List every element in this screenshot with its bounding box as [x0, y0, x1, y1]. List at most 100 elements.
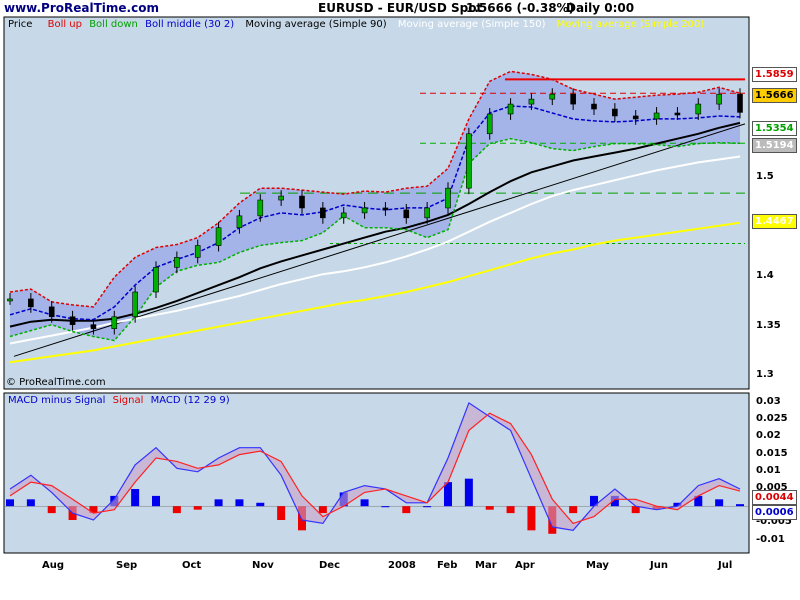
- macd-tick-label: 0.025: [756, 413, 788, 425]
- month-label: Apr: [515, 560, 535, 571]
- macd-tick-label: 0.02: [756, 430, 781, 442]
- candle-body: [632, 115, 639, 120]
- candle-body: [7, 298, 13, 302]
- legend-price: Price: [8, 19, 33, 30]
- candle-body: [257, 199, 264, 217]
- ma150-badge: 1.5194: [752, 138, 797, 153]
- candle-body: [48, 306, 55, 318]
- histogram-bar: [360, 499, 369, 507]
- month-label: 2008: [388, 560, 416, 571]
- candle-body: [716, 93, 722, 105]
- month-label: Nov: [252, 560, 274, 571]
- candle-body: [570, 93, 576, 105]
- legend-macd: MACD (12 29 9): [150, 395, 230, 406]
- candle-body: [695, 103, 702, 115]
- histogram-bar: [6, 499, 14, 507]
- legend-boll-down: Boll down: [89, 19, 138, 30]
- month-label: Sep: [116, 560, 138, 571]
- month-label: Dec: [319, 560, 341, 571]
- candle-body: [549, 93, 556, 100]
- candle-body: [174, 257, 180, 268]
- macd-tick-label: -0.01: [756, 533, 785, 545]
- histogram-bar: [527, 506, 536, 531]
- histogram-bar: [506, 506, 515, 514]
- candle-body: [403, 209, 410, 219]
- month-label: Aug: [42, 560, 65, 571]
- histogram-bar: [381, 506, 390, 508]
- price-legend: Price Boll up Boll down Boll middle (30 …: [8, 19, 704, 30]
- price-tick-label: 1.5: [756, 171, 774, 183]
- histogram-badge: 0.0006: [752, 505, 797, 520]
- chart-canvas[interactable]: [0, 0, 800, 600]
- candle-body: [236, 215, 243, 229]
- candle-body: [507, 103, 514, 115]
- candle-body: [340, 212, 347, 219]
- candle-body: [382, 207, 389, 211]
- macd-panel: [3, 392, 750, 554]
- macd-tick-label: 0.03: [756, 395, 781, 407]
- legend-macd-histogram: MACD minus Signal: [8, 395, 106, 406]
- month-label: Oct: [182, 560, 202, 571]
- candle-body: [69, 316, 76, 325]
- signal-badge: 0.0044: [752, 490, 797, 505]
- histogram-bar: [26, 499, 35, 507]
- candle-body: [612, 108, 618, 117]
- macd-tick-label: 0.015: [756, 447, 788, 459]
- histogram-bar: [485, 506, 494, 510]
- watermark: © ProRealTime.com: [6, 377, 106, 388]
- candle-body: [320, 207, 326, 219]
- legend-signal: Signal: [112, 395, 144, 406]
- histogram-bar: [235, 499, 244, 507]
- histogram-bar: [256, 502, 265, 507]
- boll-down-badge: 1.5354: [752, 121, 797, 136]
- chart-window: www.ProRealTime.com EURUSD - EUR/USD Spo…: [0, 0, 800, 600]
- month-label: Mar: [475, 560, 497, 571]
- price-tick-label: 1.3: [756, 369, 774, 381]
- histogram-bar: [569, 506, 578, 514]
- histogram-bar: [193, 506, 202, 510]
- month-label: May: [586, 560, 609, 571]
- candle-body: [194, 245, 201, 258]
- macd-tick-label: 0.01: [756, 464, 781, 476]
- histogram-bar: [715, 499, 724, 507]
- candle-body: [653, 112, 660, 120]
- month-label: Jul: [718, 560, 733, 571]
- candle-body: [674, 112, 681, 116]
- candle-body: [132, 291, 138, 318]
- candle-body: [215, 227, 222, 246]
- candle-body: [153, 266, 159, 293]
- candle-body: [278, 195, 284, 201]
- legend-ma150: Moving average (Simple 150): [397, 19, 546, 30]
- histogram-bar: [277, 506, 286, 520]
- candle-body: [466, 133, 472, 189]
- histogram-bar: [402, 506, 411, 514]
- price-tick-label: 1.35: [756, 319, 781, 331]
- macd-legend: MACD minus Signal Signal MACD (12 29 9): [8, 395, 230, 406]
- histogram-bar: [172, 506, 181, 514]
- candle-body: [737, 93, 743, 113]
- candle-body: [486, 113, 493, 135]
- candle-body: [299, 195, 305, 209]
- month-label: Jun: [650, 560, 668, 571]
- candle-body: [111, 316, 118, 329]
- histogram-bar: [318, 506, 327, 514]
- candle-body: [90, 324, 97, 329]
- ma200-badge: 1.4467: [752, 214, 797, 229]
- histogram-bar: [444, 482, 452, 507]
- legend-boll-middle: Boll middle (30 2): [145, 19, 235, 30]
- candle-body: [28, 298, 34, 308]
- last-price-badge: 1.5666: [752, 88, 797, 103]
- histogram-bar: [152, 495, 160, 507]
- histogram-bar: [736, 504, 744, 507]
- price-tick-label: 1.4: [756, 270, 774, 282]
- histogram-bar: [131, 489, 140, 507]
- candle-body: [528, 98, 535, 105]
- candle-body: [445, 187, 451, 209]
- histogram-bar: [423, 506, 432, 508]
- histogram-bar: [214, 499, 223, 507]
- candle-body: [591, 103, 597, 110]
- legend-ma90: Moving average (Simple 90): [245, 19, 387, 30]
- legend-ma200: Moving average (Simple 200): [556, 19, 705, 30]
- month-label: Feb: [437, 560, 458, 571]
- histogram-bar: [464, 478, 473, 507]
